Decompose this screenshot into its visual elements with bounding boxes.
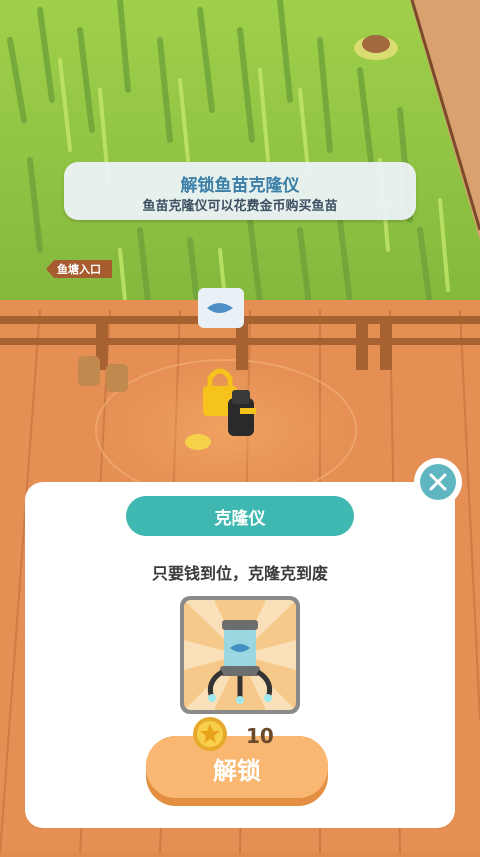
item-name-pill: 克隆仪: [126, 496, 354, 536]
clone-machine-icon: [184, 600, 296, 710]
hint-title: 解锁鱼苗克隆仪: [180, 176, 300, 196]
signpost-label: 鱼塘入口: [57, 263, 101, 276]
coin-icon: [192, 716, 228, 752]
close-button[interactable]: [414, 458, 462, 506]
unlock-button-label: 解锁: [213, 757, 261, 785]
hint-subtitle: 鱼苗克隆仪可以花费金币购买鱼苗: [142, 199, 338, 214]
item-name: 克隆仪: [214, 509, 266, 529]
close-icon: [420, 464, 456, 500]
unlock-button-face: 解锁: [146, 736, 328, 798]
unlock-button[interactable]: 解锁: [146, 736, 328, 806]
item-card: [180, 596, 300, 714]
fishpond-entrance-sign: 鱼塘入口: [46, 258, 112, 280]
item-description: 只要钱到位，克隆克到废: [151, 564, 328, 583]
hint-banner: 解锁鱼苗克隆仪 鱼苗克隆仪可以花费金币购买鱼苗: [64, 162, 416, 220]
price-value: 10: [246, 724, 274, 748]
